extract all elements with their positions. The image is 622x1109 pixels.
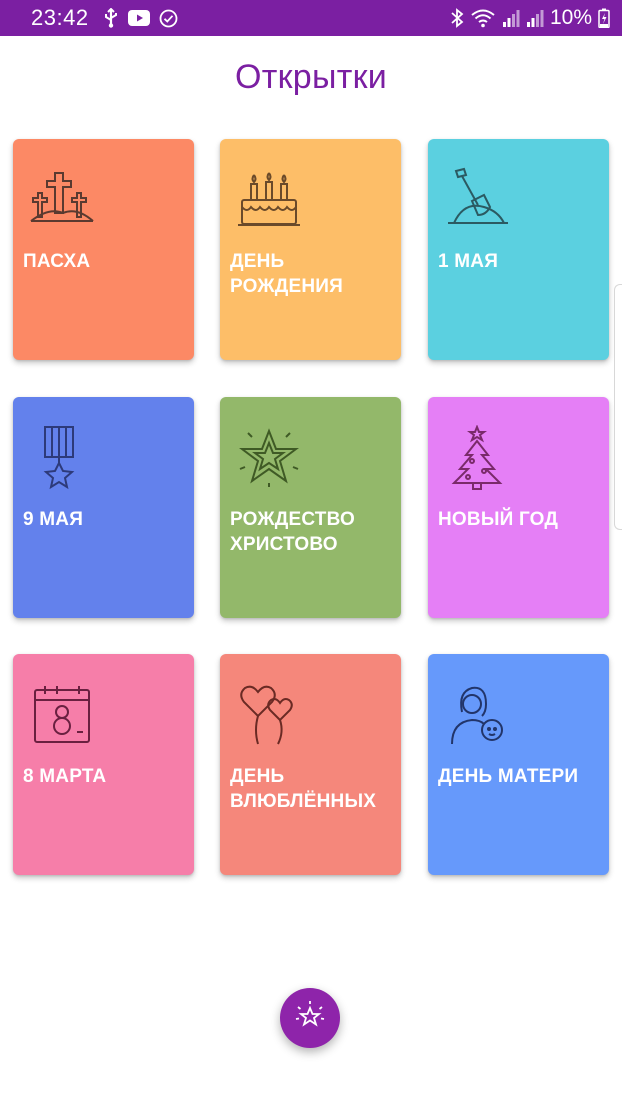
check-circle-icon [159,9,178,28]
card-new-year[interactable]: НОВЫЙ ГОД [428,397,609,618]
christmas-tree-icon [444,424,510,491]
favorites-fab-button[interactable] [280,988,340,1048]
card-easter[interactable]: ПАСХА [13,139,194,360]
card-birthday[interactable]: ДЕНЬ РОЖДЕНИЯ [220,139,401,360]
card-label: 9 МАЯ [23,509,84,530]
card-march-8[interactable]: 8 МАРТА [13,654,194,875]
mother-child-icon [444,682,510,748]
app-screen: 23:42 10% Открытки ПАСХА ДЕНЬ РОЖДЕНИЯ 1… [0,0,622,1109]
card-may-9[interactable]: 9 МАЯ [13,397,194,618]
christmas-star-icon [236,425,302,491]
card-mothers-day[interactable]: ДЕНЬ МАТЕРИ [428,654,609,875]
battery-percent: 10% [549,6,592,29]
card-label: 8 МАРТА [23,766,107,787]
medal-icon [29,425,95,491]
card-may-1[interactable]: 1 МАЯ [428,139,609,360]
page-title: Открытки [234,58,388,96]
card-label: ДЕНЬ МАТЕРИ [438,766,579,787]
youtube-icon [127,10,150,26]
crosses-icon [29,167,95,233]
status-time: 23:42 [31,5,89,30]
status-system-icons: 10% [450,6,610,30]
card-christmas[interactable]: РОЖДЕСТВО ХРИСТОВО [220,397,401,618]
wifi-icon [470,8,496,28]
heart-balloons-icon [236,682,302,748]
calendar-8-icon [29,682,95,748]
shovel-icon [444,167,510,233]
card-label: ДЕНЬ РОЖДЕНИЯ [230,251,343,297]
status-notification-icons [103,8,178,28]
card-valentines[interactable]: ДЕНЬ ВЛЮБЛЁННЫХ [220,654,401,875]
bluetooth-icon [450,8,464,28]
status-bar: 23:42 10% [0,0,622,36]
birthday-cake-icon [236,167,302,233]
sparkle-star-icon [293,999,327,1038]
card-label: 1 МАЯ [438,251,499,272]
signal-icon [502,8,520,28]
battery-charging-icon [598,8,610,28]
edge-panel-handle[interactable] [614,284,622,530]
card-label: РОЖДЕСТВО ХРИСТОВО [230,509,356,555]
usb-icon [103,8,119,28]
card-label: ПАСХА [23,251,91,272]
card-label: ДЕНЬ ВЛЮБЛЁННЫХ [230,766,377,812]
signal-icon [526,8,544,28]
card-label: НОВЫЙ ГОД [438,509,559,530]
